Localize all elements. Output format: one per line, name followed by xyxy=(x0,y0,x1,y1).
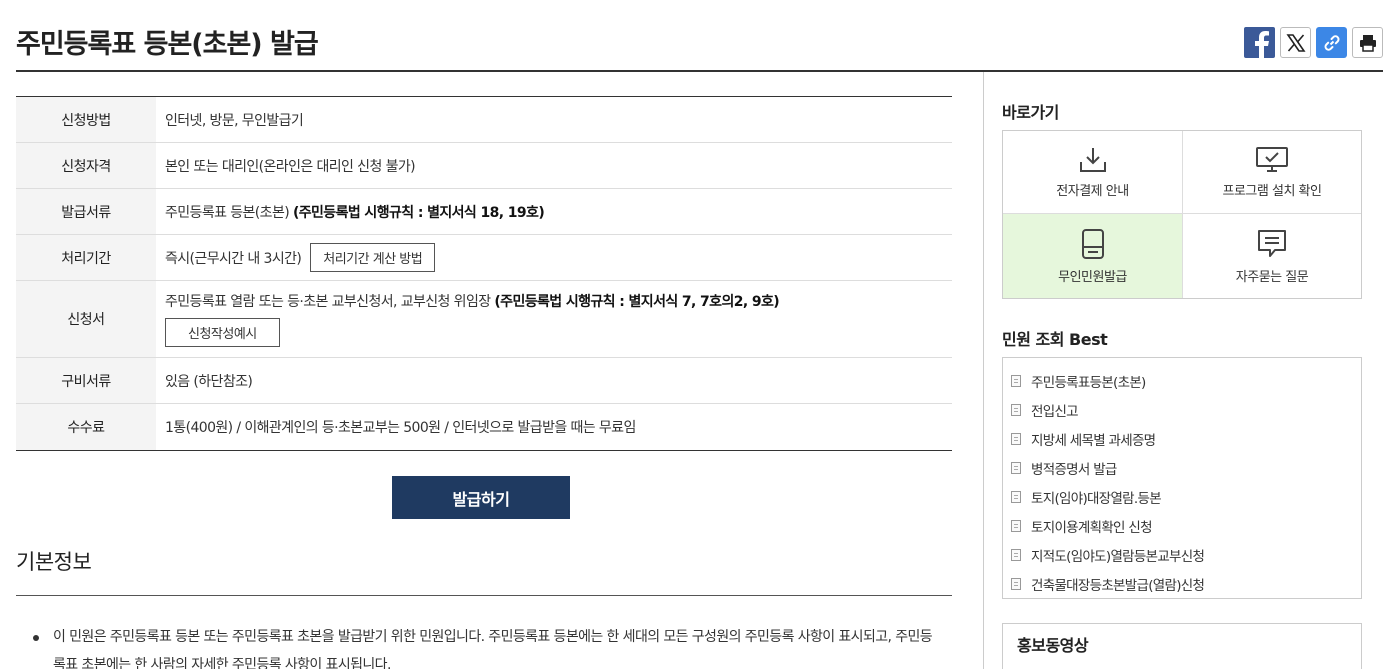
best-item-label: 전입신고 xyxy=(1031,403,1079,420)
document-icon xyxy=(1011,403,1021,416)
monitor-check-icon xyxy=(1256,146,1288,172)
document-icon xyxy=(1011,432,1021,445)
processing-period-button[interactable]: 처리기간 계산 방법 xyxy=(310,243,436,272)
row-label: 신청방법 xyxy=(16,97,156,142)
link-icon xyxy=(1324,34,1339,51)
best-list-item[interactable]: 전입신고 xyxy=(1011,395,1361,424)
page-title: 주민등록표 등본(초본) 발급 xyxy=(16,29,319,60)
best-item-label: 토지이용계획확인 신청 xyxy=(1031,519,1152,536)
row-value: 즉시(근무시간 내 3시간) xyxy=(165,250,302,267)
row-label: 신청서 xyxy=(16,281,156,357)
print-icon xyxy=(1359,34,1376,52)
best-title: 민원 조회 Best xyxy=(1002,330,1108,349)
quick-link-payment[interactable]: 전자결제 안내 xyxy=(1003,131,1183,214)
bullet-icon xyxy=(33,635,39,641)
application-example-button[interactable]: 신청작성예시 xyxy=(165,318,280,347)
document-icon xyxy=(1011,519,1021,532)
facebook-share-button[interactable] xyxy=(1244,27,1275,58)
table-row: 발급서류 주민등록표 등본(초본) (주민등록법 시행규칙 : 별지서식 18,… xyxy=(16,189,952,235)
row-label: 수수료 xyxy=(16,404,156,450)
best-item-label: 병적증명서 발급 xyxy=(1031,461,1117,478)
print-button[interactable] xyxy=(1352,27,1383,58)
row-label: 발급서류 xyxy=(16,189,156,234)
basic-info-text: 이 민원은 주민등록표 등본 또는 주민등록표 초본을 발급받기 위한 민원입니… xyxy=(33,623,939,669)
document-icon xyxy=(1011,461,1021,474)
best-item-label: 건축물대장등초본발급(열람)신청 xyxy=(1031,577,1205,594)
quick-link-label: 무인민원발급 xyxy=(1058,269,1127,285)
basic-info-divider xyxy=(16,595,952,596)
row-label: 신청자격 xyxy=(16,143,156,188)
row-value-bold: (주민등록법 시행규칙 : 별지서식 7, 7호의2, 9호) xyxy=(494,294,780,310)
document-icon xyxy=(1011,374,1021,387)
kiosk-icon xyxy=(1081,228,1104,259)
row-value: 본인 또는 대리인(온라인은 대리인 신청 불가) xyxy=(165,158,416,175)
document-icon xyxy=(1011,577,1021,590)
best-item-label: 지적도(임야도)열람등본교부신청 xyxy=(1031,548,1205,565)
promo-video-box: 홍보동영상 xyxy=(1002,623,1362,669)
x-icon xyxy=(1285,33,1306,52)
row-label: 처리기간 xyxy=(16,235,156,280)
issue-button[interactable]: 발급하기 xyxy=(392,476,570,519)
best-list-item[interactable]: 지방세 세목별 과세증명 xyxy=(1011,424,1361,453)
document-icon xyxy=(1011,490,1021,503)
download-icon xyxy=(1079,147,1106,172)
best-list-item[interactable]: 토지이용계획확인 신청 xyxy=(1011,511,1361,540)
table-row: 구비서류 있음 (하단참조) xyxy=(16,358,952,404)
copy-link-button[interactable] xyxy=(1316,27,1347,58)
facebook-icon xyxy=(1255,31,1269,58)
quick-link-label: 프로그램 설치 확인 xyxy=(1222,183,1322,199)
row-value: 있음 (하단참조) xyxy=(165,373,253,390)
row-label: 구비서류 xyxy=(16,358,156,403)
best-list-item[interactable]: 건축물대장등초본발급(열람)신청 xyxy=(1011,569,1361,598)
x-share-button[interactable] xyxy=(1280,27,1311,58)
table-row: 신청방법 인터넷, 방문, 무인발급기 xyxy=(16,97,952,143)
quick-links-grid: 전자결제 안내 프로그램 설치 확인 무인민원발급 자주묻는 질문 xyxy=(1002,130,1362,299)
table-row: 신청자격 본인 또는 대리인(온라인은 대리인 신청 불가) xyxy=(16,143,952,189)
best-list: 주민등록표등본(초본) 전입신고 지방세 세목별 과세증명 병적증명서 발급 토… xyxy=(1002,357,1362,599)
quick-link-label: 전자결제 안내 xyxy=(1056,183,1129,199)
basic-info-title: 기본정보 xyxy=(16,550,92,574)
table-row: 수수료 1통(400원) / 이해관계인의 등·초본교부는 500원 / 인터넷… xyxy=(16,404,952,450)
share-toolbar xyxy=(1244,27,1383,58)
speech-bubble-icon xyxy=(1258,229,1286,257)
table-row: 신청서 주민등록표 열람 또는 등·초본 교부신청서, 교부신청 위임장 (주민… xyxy=(16,281,952,358)
document-icon xyxy=(1011,548,1021,561)
row-value: 1통(400원) / 이해관계인의 등·초본교부는 500원 / 인터넷으로 발… xyxy=(165,420,636,436)
quick-link-faq[interactable]: 자주묻는 질문 xyxy=(1183,214,1361,298)
title-divider xyxy=(16,70,1383,72)
best-list-item[interactable]: 토지(임야)대장열람.등본 xyxy=(1011,482,1361,511)
promo-video-title: 홍보동영상 xyxy=(1017,636,1089,655)
best-list-item[interactable]: 지적도(임야도)열람등본교부신청 xyxy=(1011,540,1361,569)
row-value: 주민등록표 등본(초본) xyxy=(165,204,293,221)
row-value: 주민등록표 열람 또는 등·초본 교부신청서, 교부신청 위임장 xyxy=(165,294,495,310)
quick-links-title: 바로가기 xyxy=(1002,103,1059,122)
row-value-bold: (주민등록법 시행규칙 : 별지서식 18, 19호) xyxy=(292,204,545,221)
column-divider xyxy=(983,72,984,669)
quick-link-kiosk[interactable]: 무인민원발급 xyxy=(1003,214,1183,298)
quick-link-label: 자주묻는 질문 xyxy=(1235,269,1309,285)
best-list-item[interactable]: 주민등록표등본(초본) xyxy=(1011,366,1361,395)
best-item-label: 토지(임야)대장열람.등본 xyxy=(1031,490,1162,507)
info-table: 신청방법 인터넷, 방문, 무인발급기 신청자격 본인 또는 대리인(온라인은 … xyxy=(16,96,952,451)
best-list-item[interactable]: 병적증명서 발급 xyxy=(1011,453,1361,482)
quick-link-program-check[interactable]: 프로그램 설치 확인 xyxy=(1183,131,1361,214)
basic-info-paragraph: 이 민원은 주민등록표 등본 또는 주민등록표 초본을 발급받기 위한 민원입니… xyxy=(53,629,933,669)
best-item-label: 지방세 세목별 과세증명 xyxy=(1031,432,1156,449)
row-value: 인터넷, 방문, 무인발급기 xyxy=(165,112,304,129)
table-row: 처리기간 즉시(근무시간 내 3시간) 처리기간 계산 방법 xyxy=(16,235,952,281)
best-item-label: 주민등록표등본(초본) xyxy=(1031,374,1146,391)
